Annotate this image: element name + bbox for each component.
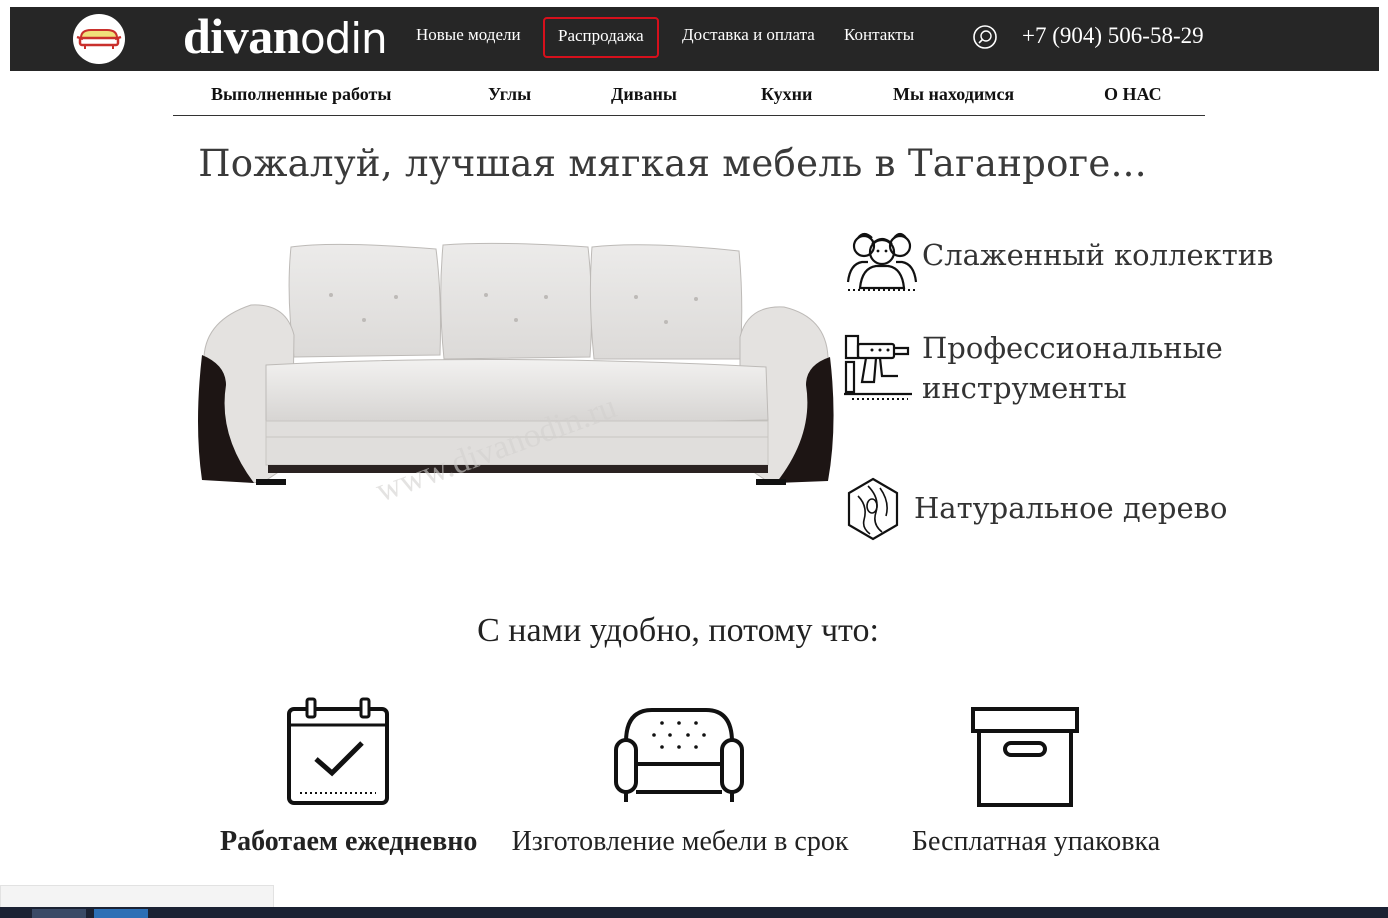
- subnav-location[interactable]: Мы находимся: [893, 84, 1014, 105]
- sofa-logo-icon: [76, 29, 122, 49]
- taskbar-app-button-active[interactable]: [94, 909, 148, 918]
- feature-team-label: Слаженный коллектив: [922, 238, 1274, 272]
- taskbar-popup: [0, 885, 274, 908]
- secondary-nav: Выполненные работы Углы Диваны Кухни Мы …: [173, 80, 1205, 116]
- calendar-check-icon: [287, 697, 389, 805]
- subnav-about[interactable]: О НАС: [1104, 84, 1162, 105]
- brand-light: odin: [300, 14, 388, 63]
- tool-icon: [844, 334, 912, 400]
- nav-delivery[interactable]: Доставка и оплата: [682, 7, 815, 71]
- nav-contacts[interactable]: Контакты: [844, 7, 914, 71]
- subnav-corners[interactable]: Углы: [488, 84, 531, 105]
- benefit-packaging-label: Бесплатная упаковка: [911, 826, 1161, 857]
- brand-bold: divan: [183, 8, 301, 64]
- brand-wordmark[interactable]: divanodin: [183, 7, 388, 71]
- feature-tools-line2: инструменты: [922, 371, 1127, 405]
- benefit-daily-label: Работаем ежедневно: [220, 826, 478, 857]
- benefits-heading: С нами удобно, потому что:: [477, 612, 879, 649]
- taskbar: [0, 907, 1388, 918]
- team-icon: [846, 232, 918, 291]
- search-icon[interactable]: [972, 24, 998, 50]
- logo[interactable]: [73, 14, 125, 64]
- nav-new-models[interactable]: Новые модели: [416, 7, 521, 71]
- nav-sale-button[interactable]: Распродажа: [543, 17, 659, 58]
- feature-wood-label: Натуральное дерево: [914, 491, 1228, 525]
- feature-tools-label: Профессиональные инструменты: [922, 328, 1223, 408]
- taskbar-app-button[interactable]: [32, 909, 86, 918]
- subnav-completed-works[interactable]: Выполненные работы: [211, 84, 391, 105]
- box-icon: [971, 707, 1079, 807]
- wood-icon: [847, 477, 899, 541]
- sofa-image: www.divanodin.ru: [198, 242, 834, 510]
- subnav-sofas[interactable]: Диваны: [611, 84, 677, 105]
- armchair-icon: [614, 708, 744, 802]
- subnav-kitchens[interactable]: Кухни: [761, 84, 812, 105]
- feature-tools-line1: Профессиональные: [922, 331, 1223, 365]
- phone-number[interactable]: +7 (904) 506-58-29: [1022, 7, 1204, 71]
- header-bar: divanodin Новые модели Распродажа Достав…: [10, 7, 1379, 71]
- benefit-ontime-label: Изготовление мебели в срок: [511, 826, 849, 857]
- hero-headline: Пожалуй, лучшая мягкая мебель в Таганрог…: [198, 142, 1147, 185]
